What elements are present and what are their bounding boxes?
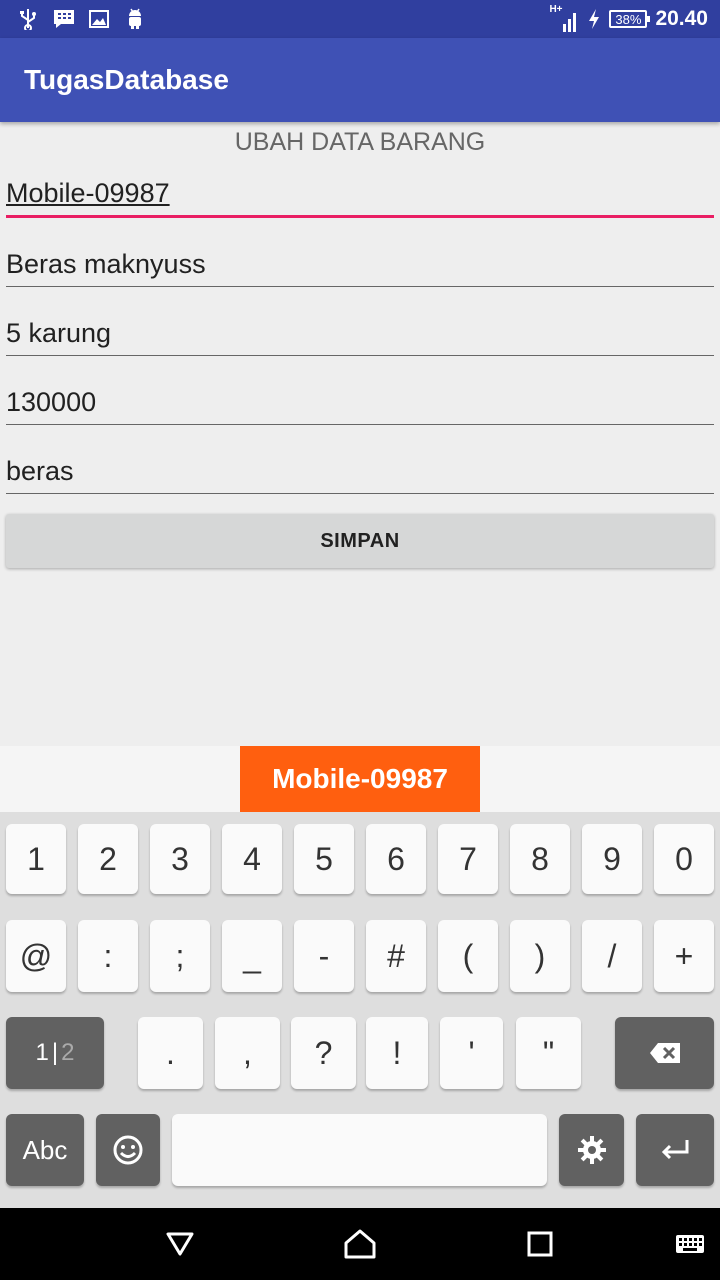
suggestion-bar: Mobile-09987 xyxy=(0,746,720,812)
key-9[interactable]: 9 xyxy=(582,824,642,894)
key-hash[interactable]: # xyxy=(366,920,426,992)
usb-icon xyxy=(16,7,40,31)
key-paren-open[interactable]: ( xyxy=(438,920,498,992)
key-exclamation[interactable]: ! xyxy=(366,1017,428,1089)
keyboard-switch-button[interactable] xyxy=(668,1208,712,1280)
app-title: TugasDatabase xyxy=(24,64,229,95)
back-triangle-icon xyxy=(166,1232,194,1256)
bbm-icon xyxy=(52,7,76,31)
key-at[interactable]: @ xyxy=(6,920,66,992)
enter-icon xyxy=(661,1140,689,1160)
mode-primary-label: 1 xyxy=(35,1039,49,1066)
key-plus[interactable]: + xyxy=(654,920,714,992)
save-button[interactable]: SIMPAN xyxy=(6,514,714,568)
key-3[interactable]: 3 xyxy=(150,824,210,894)
key-semicolon[interactable]: ; xyxy=(150,920,210,992)
space-key[interactable] xyxy=(172,1114,547,1186)
key-question[interactable]: ? xyxy=(291,1017,356,1089)
emoji-key[interactable] xyxy=(96,1114,160,1186)
jumlah-value: 5 karung xyxy=(6,318,112,348)
symbols-page-toggle[interactable]: 1 | 2 xyxy=(6,1017,104,1089)
jumlah-field[interactable]: 5 karung xyxy=(6,316,714,356)
key-2[interactable]: 2 xyxy=(78,824,138,894)
key-paren-close[interactable]: ) xyxy=(510,920,570,992)
key-8[interactable]: 8 xyxy=(510,824,570,894)
key-0[interactable]: 0 xyxy=(654,824,714,894)
form-title: UBAH DATA BARANG xyxy=(234,128,486,156)
key-4[interactable]: 4 xyxy=(222,824,282,894)
gear-icon xyxy=(577,1136,606,1164)
back-button[interactable] xyxy=(150,1208,210,1280)
abc-key[interactable]: Abc xyxy=(6,1114,84,1186)
nama-barang-value: Beras maknyuss xyxy=(6,249,206,279)
home-icon xyxy=(344,1229,376,1259)
key-minus[interactable]: - xyxy=(294,920,354,992)
key-apostrophe[interactable]: ' xyxy=(440,1017,503,1089)
nama-barang-field[interactable]: Beras maknyuss xyxy=(6,247,714,287)
key-5[interactable]: 5 xyxy=(294,824,354,894)
gallery-icon xyxy=(87,7,111,31)
key-period[interactable]: . xyxy=(138,1017,203,1089)
harga-field[interactable]: 130000 xyxy=(6,385,714,425)
key-comma[interactable]: , xyxy=(215,1017,280,1089)
harga-value: 130000 xyxy=(6,387,97,417)
keyboard-icon xyxy=(676,1235,704,1253)
emoji-icon xyxy=(113,1135,143,1165)
kode-barang-field[interactable]: Mobile-09987 xyxy=(6,178,714,218)
kategori-value: beras xyxy=(6,456,74,486)
mode-separator: | xyxy=(51,1039,59,1066)
clock: 20.40 xyxy=(655,7,708,30)
key-1[interactable]: 1 xyxy=(6,824,66,894)
android-icon xyxy=(123,7,147,31)
kode-barang-value: Mobile-09987 xyxy=(6,178,170,208)
key-slash[interactable]: / xyxy=(582,920,642,992)
recents-square-icon xyxy=(527,1231,553,1257)
key-colon[interactable]: : xyxy=(78,920,138,992)
app-bar: TugasDatabase xyxy=(0,38,720,122)
settings-key[interactable] xyxy=(559,1114,624,1186)
battery-percent: 38% xyxy=(615,11,642,27)
signal-icon: H+ xyxy=(549,4,579,32)
key-6[interactable]: 6 xyxy=(366,824,426,894)
keyboard: 1 2 3 4 5 6 7 8 9 0 @ : ; _ - # ( ) / + … xyxy=(0,812,720,1208)
backspace-icon xyxy=(649,1043,680,1063)
recents-button[interactable] xyxy=(510,1208,570,1280)
suggestion-chip[interactable]: Mobile-09987 xyxy=(240,746,480,812)
key-quote[interactable]: " xyxy=(516,1017,581,1089)
kategori-field[interactable]: beras xyxy=(6,454,714,494)
key-underscore[interactable]: _ xyxy=(222,920,282,992)
navigation-bar xyxy=(0,1208,720,1280)
home-button[interactable] xyxy=(330,1208,390,1280)
backspace-key[interactable] xyxy=(615,1017,714,1089)
charging-icon xyxy=(587,8,601,30)
battery-indicator: 38% xyxy=(609,10,651,28)
status-bar: H+ 38% 20.40 xyxy=(0,0,720,38)
key-7[interactable]: 7 xyxy=(438,824,498,894)
mode-secondary-label: 2 xyxy=(61,1039,75,1066)
enter-key[interactable] xyxy=(636,1114,714,1186)
